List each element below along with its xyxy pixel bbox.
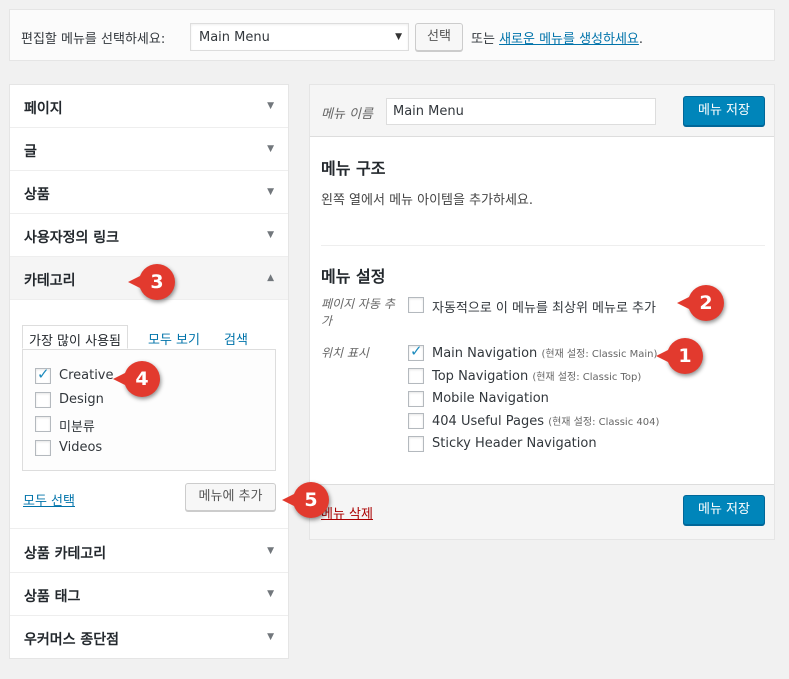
menu-settings-title: 메뉴 설정: [321, 267, 386, 286]
location-label: Top Navigation: [432, 369, 529, 384]
checkbox[interactable]: [408, 391, 424, 407]
select-all-link[interactable]: 모두 선택: [23, 490, 75, 509]
callout-badge-4: 4: [113, 361, 160, 397]
caret-down-icon: ▼: [267, 632, 274, 642]
delete-menu-link[interactable]: 메뉴 삭제: [321, 503, 373, 522]
callout-badge-1: 1: [656, 338, 703, 374]
location-label: 404 Useful Pages: [432, 414, 545, 429]
menu-select-dropdown[interactable]: Main Menu ▼: [190, 23, 409, 51]
menu-footer: 메뉴 삭제 메뉴 저장: [310, 484, 774, 539]
accordion-title: 우커머스 종단점: [24, 632, 120, 648]
select-menu-label: 편집할 메뉴를 선택하세요:: [21, 32, 166, 47]
accordion-title: 상품 태그: [24, 589, 81, 605]
accordion-woocommerce-endpoints[interactable]: 우커머스 종단점 ▼: [10, 616, 288, 659]
location-label-wrap: Top Navigation (현재 설정: Classic Top): [432, 368, 641, 384]
auto-add-label-line2: 가: [321, 314, 333, 328]
auto-add-text: 자동적으로 이 메뉴를 최상위 메뉴로 추가: [432, 301, 656, 316]
auto-add-label-line1: 페이지 자동 추: [321, 297, 395, 311]
selected-menu-value: Main Menu: [199, 30, 270, 45]
accordion-title: 상품 카테고리: [24, 546, 107, 562]
checkbox[interactable]: ✓: [35, 365, 51, 384]
callout-badge-2: 2: [677, 285, 724, 321]
accordion-product-categories[interactable]: 상품 카테고리 ▼: [10, 530, 288, 573]
location-label: Mobile Navigation: [432, 391, 549, 406]
accordion-product-tags[interactable]: 상품 태그 ▼: [10, 573, 288, 616]
checkbox[interactable]: ✓: [408, 342, 424, 361]
tab-most-used[interactable]: 가장 많이 사용됨: [22, 325, 128, 349]
checkbox[interactable]: [408, 368, 424, 384]
category-label: 미분류: [59, 420, 95, 435]
location-current: (현재 설정: Classic Top): [532, 372, 642, 383]
caret-down-icon: ▼: [267, 589, 274, 599]
checkbox[interactable]: [408, 413, 424, 429]
location-label-wrap: Main Navigation (현재 설정: Classic Main): [432, 345, 657, 361]
select-button[interactable]: 선택: [415, 23, 463, 51]
accordion-pages[interactable]: 페이지 ▼: [10, 85, 288, 128]
caret-up-icon: ▲: [267, 273, 274, 283]
caret-down-icon: ▼: [267, 230, 274, 240]
checkbox[interactable]: [408, 297, 424, 313]
period-text: .: [638, 32, 644, 47]
category-label: Videos: [59, 440, 103, 455]
category-label: Creative: [59, 368, 114, 383]
category-tabs: 가장 많이 사용됨 모두 보기 검색: [22, 325, 276, 349]
menu-name-label: 메뉴 이름: [321, 107, 373, 122]
checkbox[interactable]: [35, 440, 51, 456]
tab-search[interactable]: 검색: [218, 325, 254, 349]
checkbox[interactable]: [35, 416, 51, 432]
caret-down-icon: ▼: [267, 546, 274, 556]
menu-select-bar: 편집할 메뉴를 선택하세요: Main Menu ▼ 선택 또는 새로운 메뉴를…: [9, 9, 775, 61]
dropdown-arrow-icon: ▼: [395, 32, 402, 42]
location-label: Main Navigation: [432, 346, 538, 361]
or-text: 또는: [471, 32, 495, 47]
save-menu-button-bottom[interactable]: 메뉴 저장: [683, 495, 765, 525]
location-label: Sticky Header Navigation: [432, 436, 597, 451]
checkmark-icon: ✓: [37, 365, 50, 383]
categories-panel: 가장 많이 사용됨 모두 보기 검색 ✓ Creative Design 미분류…: [10, 300, 288, 529]
accordion-title: 사용자정의 링크: [24, 230, 120, 246]
accordion-custom-links[interactable]: 사용자정의 링크 ▼: [10, 214, 288, 257]
location-current: (현재 설정: Classic Main): [541, 349, 658, 360]
accordion-posts[interactable]: 글 ▼: [10, 128, 288, 171]
divider: [321, 245, 765, 246]
create-menu-link[interactable]: 새로운 메뉴를 생성하세요: [499, 32, 639, 47]
accordion-title: 페이지: [24, 101, 63, 117]
auto-add-pages-label: 페이지 자동 추가: [321, 296, 395, 330]
checkmark-icon: ✓: [410, 342, 423, 360]
caret-down-icon: ▼: [267, 101, 274, 111]
location-label-wrap: Sticky Header Navigation: [432, 436, 597, 451]
menu-structure-title: 메뉴 구조: [321, 159, 386, 178]
location-label-wrap: 404 Useful Pages (현재 설정: Classic 404): [432, 413, 659, 429]
menu-name-input[interactable]: Main Menu: [386, 98, 656, 125]
caret-down-icon: ▼: [267, 187, 274, 197]
accordion-title: 카테고리: [24, 273, 76, 289]
save-menu-button[interactable]: 메뉴 저장: [683, 96, 765, 126]
caret-down-icon: ▼: [267, 144, 274, 154]
callout-badge-3: 3: [128, 264, 175, 300]
callout-badge-5: 5: [282, 482, 329, 518]
location-current: (현재 설정: Classic 404): [548, 417, 660, 428]
or-create-text: 또는 새로운 메뉴를 생성하세요.: [471, 28, 643, 47]
accordion-products[interactable]: 상품 ▼: [10, 171, 288, 214]
location-label-wrap: Mobile Navigation: [432, 391, 549, 406]
accordion-title: 글: [24, 144, 37, 160]
tab-view-all[interactable]: 모두 보기: [142, 325, 206, 349]
checkbox[interactable]: [408, 436, 424, 452]
menu-header: 메뉴 이름 Main Menu 메뉴 저장: [310, 85, 774, 137]
category-label: Design: [59, 392, 104, 407]
menu-structure-description: 왼쪽 열에서 메뉴 아이템을 추가하세요.: [321, 193, 534, 208]
add-to-menu-button[interactable]: 메뉴에 추가: [185, 483, 276, 511]
display-location-label: 위치 표시: [321, 346, 369, 360]
checkbox[interactable]: [35, 392, 51, 408]
accordion-title: 상품: [24, 187, 50, 203]
